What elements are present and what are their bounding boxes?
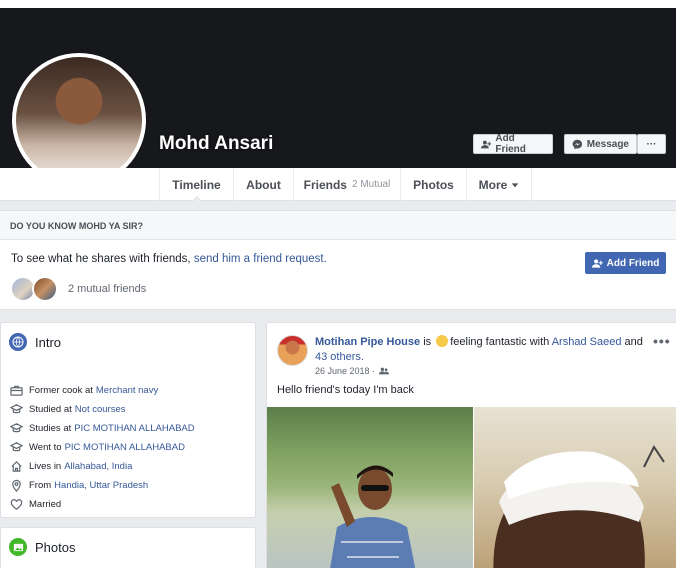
post-tagged-others[interactable]: 43 others. (315, 351, 364, 363)
profile-nav: Timeline About Friends 2 Mutual Photos M… (0, 168, 676, 202)
intro-item-education: Went to PIC MOTIHAN ALLAHABAD (9, 438, 195, 457)
intro-item-link[interactable]: Merchant navy (96, 385, 158, 396)
post-photo[interactable] (267, 407, 473, 568)
panel-add-friend-button[interactable]: Add Friend (585, 252, 666, 274)
intro-item-text: Married (29, 499, 62, 510)
post-options-icon[interactable]: ••• (653, 333, 671, 349)
do-you-know-text: To see what he shares with friends, send… (11, 253, 327, 265)
add-friend-label: Add Friend (495, 133, 526, 155)
intro-item-from: From Handia, Uttar Pradesh (9, 476, 195, 495)
mutual-friend-avatar[interactable] (32, 276, 58, 302)
intro-item-lives-in: Lives in Allahabad, India (9, 457, 195, 476)
tab-more[interactable]: More (466, 168, 532, 201)
intro-card: Intro Former cook at Merchant navy Studi… (0, 322, 256, 518)
tab-more-label: More (478, 177, 508, 192)
tab-photos-label: Photos (413, 177, 454, 192)
profile-name[interactable]: Mohd Ansari (159, 133, 273, 155)
intro-item-relationship: Married (9, 495, 195, 514)
do-you-know-prefix: To see what he shares with friends, (11, 253, 191, 265)
tab-timeline[interactable]: Timeline (159, 168, 233, 202)
chevron-down-icon (512, 182, 519, 187)
post-author-name[interactable]: Motihan Pipe House (315, 336, 420, 348)
message-label: Message (586, 138, 629, 150)
post-tagged-person[interactable]: Arshad Saeed (552, 336, 622, 348)
post-photo-image (493, 445, 665, 568)
tab-about-label: About (246, 177, 281, 192)
graduation-cap-icon (9, 403, 23, 417)
tab-timeline-label: Timeline (172, 177, 221, 192)
profile-picture-image (16, 57, 142, 183)
intro-item-education: Studies at PIC MOTIHAN ALLAHABAD (9, 419, 195, 438)
photos-icon (9, 538, 27, 556)
post-photo-image (330, 465, 416, 568)
post-meta: 26 June 2018 · (315, 366, 390, 376)
feeling-emoji-icon (436, 335, 449, 347)
intro-item-text: Studied at (29, 404, 72, 415)
photos-heading[interactable]: Photos (9, 538, 75, 556)
tab-friends-label: Friends (303, 177, 347, 192)
intro-item-text: Former cook at (29, 385, 93, 396)
messenger-icon (572, 139, 583, 149)
intro-item-link[interactable]: Handia, Uttar Pradesh (54, 480, 148, 491)
briefcase-icon (9, 384, 23, 398)
globe-icon (9, 333, 27, 351)
tab-about[interactable]: About (233, 168, 293, 201)
more-options-button[interactable]: ··· (637, 134, 666, 154)
intro-item-link[interactable]: Allahabad, India (64, 461, 132, 472)
intro-item-text: Studies at (29, 423, 72, 434)
do-you-know-panel: DO YOU KNOW MOHD YA SIR? To see what he … (0, 210, 676, 310)
panel-add-friend-label: Add Friend (606, 257, 660, 269)
intro-item-link[interactable]: PIC MOTIHAN ALLAHABAD (65, 442, 185, 453)
post-photo[interactable] (474, 407, 676, 568)
send-friend-request-link[interactable]: send him a friend request. (194, 253, 327, 265)
post-feeling: feeling fantastic (450, 336, 527, 348)
message-button[interactable]: Message (564, 134, 637, 154)
intro-item-link[interactable]: Not courses (75, 404, 126, 415)
tab-friends-mutual-count: 2 Mutual (351, 179, 391, 190)
intro-item-education: Studied at Not courses (9, 400, 195, 419)
intro-item-work: Former cook at Merchant navy (9, 381, 195, 400)
do-you-know-heading: DO YOU KNOW MOHD YA SIR? (0, 211, 676, 240)
tab-friends[interactable]: Friends 2 Mutual (293, 168, 400, 201)
post-date[interactable]: 26 June 2018 · (315, 366, 375, 376)
intro-list: Former cook at Merchant navy Studied at … (9, 381, 195, 514)
profile-picture[interactable] (12, 53, 146, 187)
more-options-icon: ··· (646, 138, 657, 150)
photos-title: Photos (35, 539, 76, 555)
mutual-friends-count[interactable]: 2 mutual friends (68, 283, 146, 295)
mutual-friends[interactable]: 2 mutual friends (10, 276, 146, 302)
post-text: Hello friend's today I'm back (277, 384, 414, 396)
active-tab-indicator (190, 196, 203, 202)
top-strip (0, 0, 676, 8)
intro-title: Intro (35, 334, 62, 350)
post-is-text: is (423, 336, 432, 348)
tab-photos[interactable]: Photos (400, 168, 466, 201)
add-friend-icon (591, 258, 603, 268)
location-pin-icon (9, 479, 23, 493)
post-header: Motihan Pipe House is feeling fantastic … (315, 335, 655, 365)
friends-audience-icon[interactable] (379, 366, 390, 376)
post-and-text: and (624, 336, 643, 348)
graduation-cap-icon (9, 441, 23, 455)
intro-item-link[interactable]: PIC MOTIHAN ALLAHABAD (74, 423, 194, 434)
post-author-avatar[interactable] (277, 335, 308, 366)
graduation-cap-icon (9, 422, 23, 436)
intro-item-text: Lives in (29, 461, 62, 472)
home-icon (9, 460, 23, 474)
intro-item-text: From (29, 480, 52, 491)
heart-icon (9, 498, 23, 512)
intro-heading: Intro (9, 333, 61, 351)
add-friend-icon (481, 140, 492, 148)
add-friend-button[interactable]: Add Friend (473, 133, 553, 155)
intro-item-text: Went to (29, 442, 62, 453)
photos-card: Photos (0, 527, 256, 568)
post-with-text: with (529, 336, 550, 348)
timeline-post: Motihan Pipe House is feeling fantastic … (266, 322, 676, 568)
